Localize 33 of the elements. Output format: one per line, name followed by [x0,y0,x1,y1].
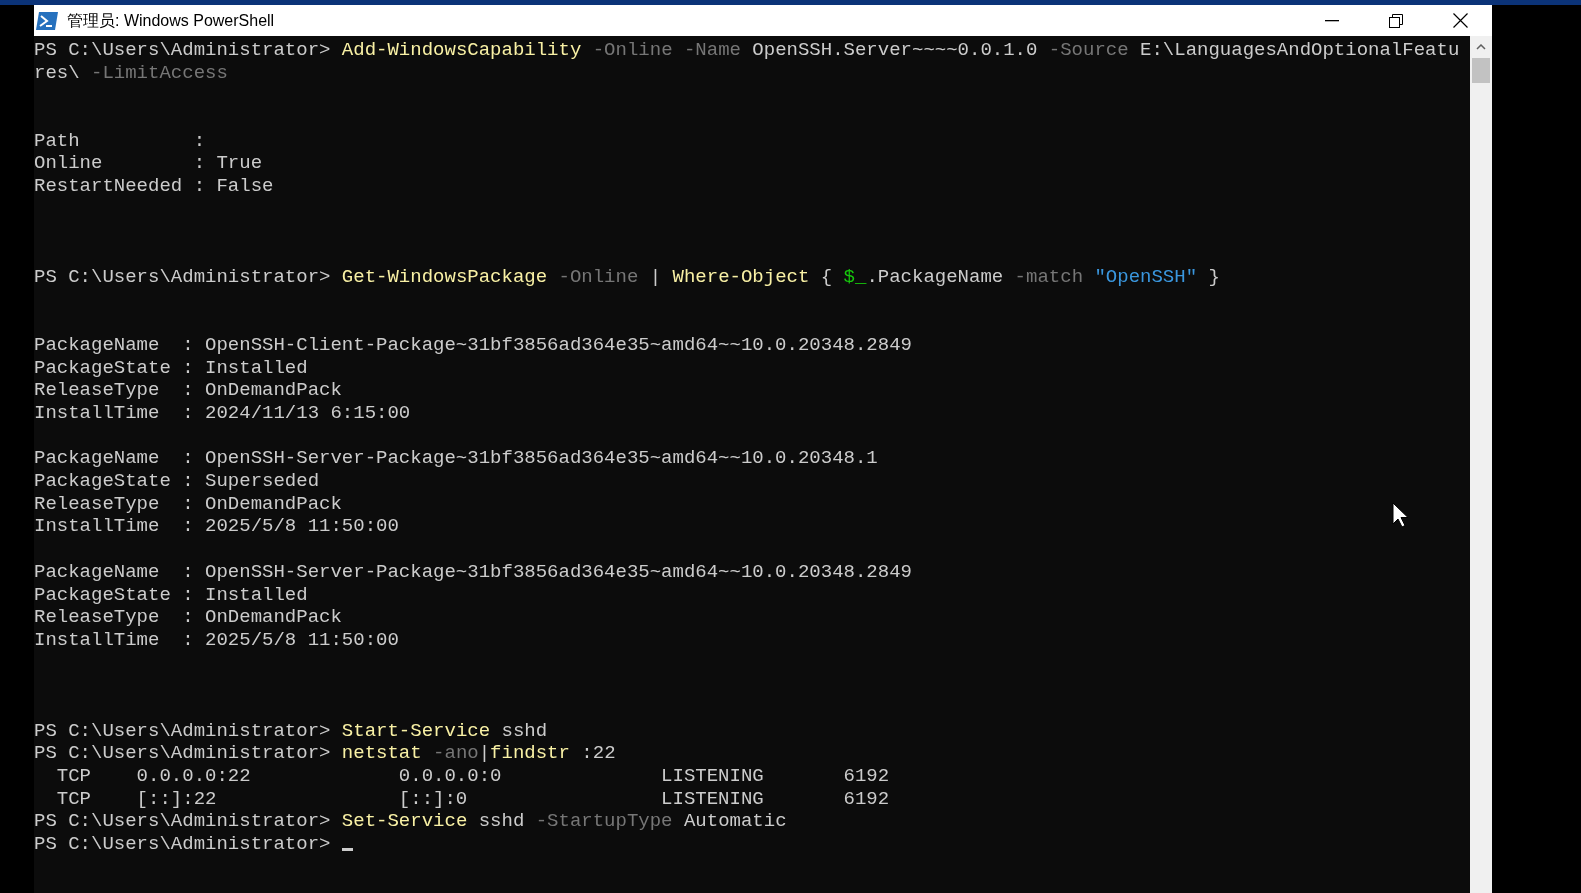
scrollbar[interactable] [1470,36,1492,893]
scroll-up-icon[interactable] [1476,44,1486,50]
console-line: PackageName : OpenSSH-Client-Package~31bf3856ad364e35~amd64~~10.0.20348.2849 [34,333,912,357]
console-line: InstallTime : 2025/5/8 11:50:00 [34,628,399,652]
console-line: PackageName : OpenSSH-Server-Package~31bf3856ad364e35~amd64~~10.0.20348.1 [34,447,878,471]
console-line: PS C:\Users\Administrator> netstat -ano|findstr :22 [34,742,616,765]
text-cursor [341,847,353,851]
console-line: PackageState : Installed [34,583,308,607]
scrollbar-thumb[interactable] [1472,58,1490,83]
console-line: PackageName : OpenSSH-Server-Package~31bf3856ad364e35~amd64~~10.0.20348.2849 [34,560,912,584]
close-icon [1452,13,1468,28]
console-line: TCP 0.0.0.0:22 0.0.0.0:0 LISTENING 6192 [55,765,890,788]
console-line: PS C:\Users\Administrator> Set-Service sshd -StartupType Automatic [34,810,787,834]
restore-icon [1389,13,1403,28]
console-line: TCP [::]:22 [::]:0 LISTENING 6192 [55,787,890,811]
prompt-line: PS C:\Users\Administrator> [34,833,332,856]
console-line: RestartNeeded : False [34,175,274,198]
console-line: PS C:\Users\Administrator> Start-Service sshd [34,719,548,743]
console-line: PS C:\Users\Administrator> Get-WindowsPackage -Online | Where-Object { $_.PackageName -match "OpenSSH" } [34,265,1220,289]
console-line: ReleaseType : OnDemandPack [34,379,342,402]
console-line: ReleaseType : OnDemandPack [34,606,342,629]
console-line: InstallTime : 2024/11/13 6:15:00 [34,402,411,425]
console-line: PackageState : Superseded [34,470,320,493]
console-line: Path : [34,129,206,153]
console-line: ReleaseType : OnDemandPack [34,492,342,516]
console-line: res\ -LimitAccess [34,61,228,85]
console-line: InstallTime : 2025/5/8 11:50:00 [34,515,399,539]
minimize-icon [1325,19,1339,22]
console-line: PS C:\Users\Administrator> Add-WindowsCapability -Online -Name OpenSSH.Server~~~~0.0.1.0 -Source E:\LanguagesAndOptionalFeatu [34,39,1460,62]
console-line: Online : True [34,152,263,176]
mouse-pointer-icon [1392,502,1410,528]
console-line: PackageState : Installed [34,356,308,380]
window-title: 管理员: Windows PowerShell [67,10,275,31]
